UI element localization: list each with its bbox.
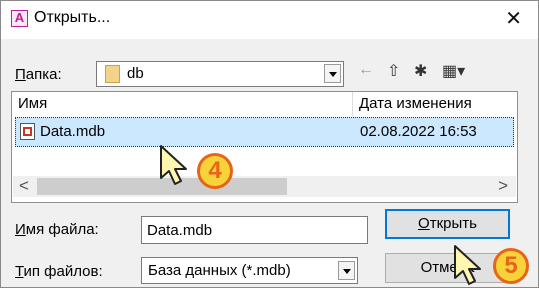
folder-label: Папка: (15, 66, 62, 83)
filename-value: Data.mdb (147, 222, 213, 239)
file-row[interactable]: Data.mdb 02.08.2022 16:53 (15, 117, 514, 147)
filename-input[interactable]: Data.mdb (141, 216, 368, 244)
cancel-button[interactable]: Отмена (385, 253, 510, 283)
access-app-icon: A (11, 10, 28, 27)
file-list[interactable]: Имя Дата изменения Data.mdb 02.08.2022 1… (11, 91, 518, 203)
access-file-icon (20, 123, 35, 140)
back-icon[interactable]: ← (358, 61, 374, 79)
step-badge-5: 5 (493, 248, 529, 284)
folder-value: db (127, 65, 144, 82)
dialog-title: Открыть... (34, 9, 111, 26)
scroll-right-icon[interactable]: > (498, 176, 508, 196)
file-date: 02.08.2022 16:53 (360, 123, 477, 140)
open-button[interactable]: Открыть (385, 209, 510, 239)
file-name: Data.mdb (40, 123, 106, 140)
step-badge-4: 4 (197, 153, 233, 189)
view-menu-icon[interactable]: ▦▾ (442, 61, 465, 81)
open-file-dialog: A Открыть... ✕ Папка: db ← ⇧ ✱ ▦▾ Имя Да… (0, 0, 539, 288)
close-icon[interactable]: ✕ (505, 6, 522, 31)
column-divider (352, 92, 353, 116)
title-bar: A Открыть... ✕ (1, 1, 538, 39)
chevron-down-icon[interactable] (338, 261, 355, 280)
mouse-pointer-icon (160, 145, 187, 185)
horizontal-scrollbar[interactable]: < > (13, 176, 516, 197)
column-header-name[interactable]: Имя (18, 95, 47, 112)
scroll-left-icon[interactable]: < (19, 176, 29, 196)
mouse-pointer-icon (454, 245, 481, 285)
folder-select[interactable]: db (96, 61, 344, 87)
filetype-value: База данных (*.mdb) (148, 262, 291, 279)
folder-icon (105, 65, 120, 83)
filetype-label: Тип файлов: (15, 263, 103, 280)
column-header-date[interactable]: Дата изменения (359, 95, 472, 112)
up-folder-icon[interactable]: ⇧ (387, 61, 400, 81)
filename-label: Имя файла: (15, 221, 99, 238)
chevron-down-icon[interactable] (324, 64, 341, 83)
new-folder-icon[interactable]: ✱ (414, 61, 427, 81)
filetype-select[interactable]: База данных (*.mdb) (141, 257, 358, 284)
